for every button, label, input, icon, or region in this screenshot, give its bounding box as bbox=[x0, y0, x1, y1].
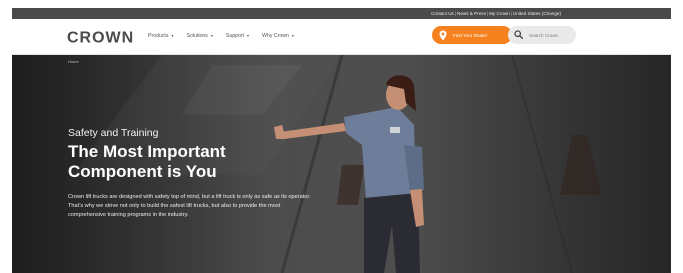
crown-logo[interactable]: CROWN bbox=[67, 28, 137, 46]
main-navigation: CROWN Products ▾ Solutions ▾ Support ▾ W… bbox=[12, 19, 671, 55]
menu-item-label: Why Crown bbox=[262, 33, 289, 39]
menu-item-label: Support bbox=[225, 33, 245, 39]
utility-separator: | bbox=[486, 11, 489, 16]
chevron-down-icon: ▾ bbox=[247, 33, 250, 38]
utility-separator: | bbox=[510, 11, 512, 16]
utility-link-contact[interactable]: Contact Us bbox=[431, 11, 454, 16]
hero-eyebrow: Safety and Training bbox=[68, 127, 159, 139]
search-icon[interactable] bbox=[514, 26, 524, 44]
find-dealer-label: Find Your Dealer bbox=[453, 32, 488, 38]
menu-item-products[interactable]: Products ▾ bbox=[148, 30, 174, 42]
hero-description: Crown lift trucks are designed with safe… bbox=[68, 194, 311, 218]
utility-link-news[interactable]: News & Press bbox=[457, 11, 486, 16]
breadcrumb[interactable]: Home bbox=[68, 59, 79, 64]
menu-item-solutions[interactable]: Solutions ▾ bbox=[187, 30, 213, 42]
search-input[interactable]: Search Crown bbox=[508, 26, 576, 44]
menu-item-support[interactable]: Support ▾ bbox=[226, 30, 249, 42]
chevron-down-icon: ▾ bbox=[291, 33, 294, 38]
utility-links: Contact Us|News & Press|My Crown|United … bbox=[431, 9, 561, 18]
logo-text: CROWN bbox=[67, 30, 134, 46]
find-dealer-button[interactable]: Find Your Dealer bbox=[432, 26, 512, 44]
location-pin-icon bbox=[438, 30, 447, 41]
page-frame: Contact Us|News & Press|My Crown|United … bbox=[12, 8, 671, 273]
hero-banner: Home Safety and Training The Most Import… bbox=[12, 55, 671, 273]
crown-logo-wordmark: CROWN bbox=[67, 30, 134, 46]
primary-menu: Products ▾ Solutions ▾ Support ▾ Why Cro… bbox=[148, 30, 294, 42]
menu-item-why-crown[interactable]: Why Crown ▾ bbox=[262, 30, 294, 42]
utility-link-my-crown[interactable]: My Crown bbox=[489, 11, 510, 16]
menu-item-label: Solutions bbox=[186, 33, 208, 39]
utility-bar: Contact Us|News & Press|My Crown|United … bbox=[12, 8, 671, 19]
chevron-down-icon: ▾ bbox=[210, 33, 213, 38]
menu-item-label: Products bbox=[148, 33, 169, 39]
chevron-down-icon: ▾ bbox=[171, 33, 174, 38]
utility-separator: | bbox=[454, 11, 457, 16]
hero-headline: The Most Important Component is You bbox=[68, 142, 226, 181]
utility-link-region[interactable]: United States (Change) bbox=[513, 11, 561, 16]
search-placeholder: Search Crown bbox=[529, 32, 559, 38]
